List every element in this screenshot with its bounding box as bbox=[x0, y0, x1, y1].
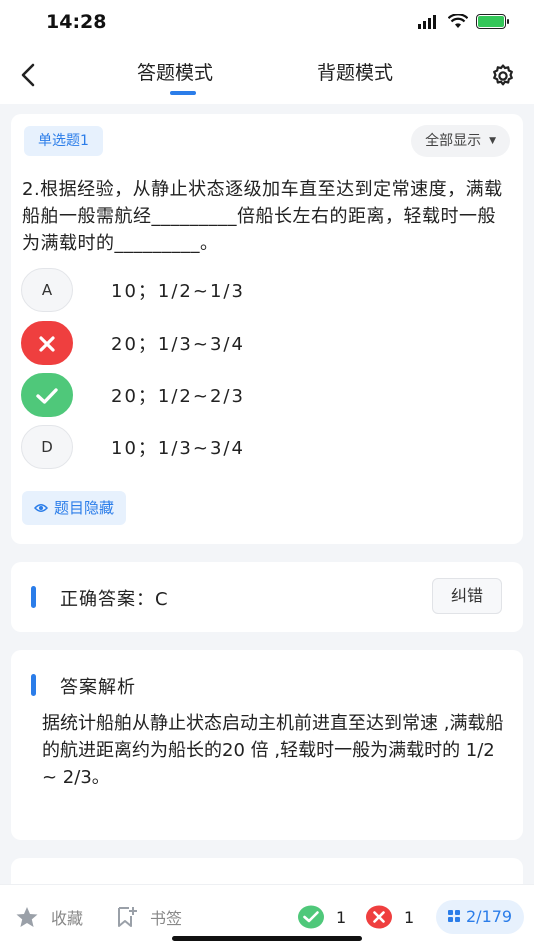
right-count[interactable]: 1 bbox=[298, 905, 346, 929]
active-tab-indicator bbox=[170, 91, 196, 95]
star-icon bbox=[16, 907, 38, 927]
option-key: D bbox=[21, 425, 73, 469]
option-text: 10；1/2~1/3 bbox=[111, 281, 245, 302]
home-indicator bbox=[172, 936, 362, 941]
correct-answer-text: 正确答案：C bbox=[60, 589, 169, 610]
question-card: 单选题1 全部显示 ▼ 2.根据经验，从静止状态逐级加车直至达到定常速度，满载船舶… bbox=[11, 114, 523, 544]
grid-icon bbox=[448, 910, 460, 922]
option-text: 20；1/3~3/4 bbox=[111, 334, 245, 355]
back-icon[interactable] bbox=[16, 62, 42, 88]
correct-answer-card: 正确答案：C 纠错 bbox=[11, 562, 523, 632]
section-bar bbox=[31, 586, 36, 608]
caret-down-icon: ▼ bbox=[489, 136, 496, 146]
top-nav: 答题模式 背题模式 bbox=[0, 46, 534, 104]
status-bar: 14:28 bbox=[0, 0, 534, 46]
option-text: 20；1/2~2/3 bbox=[111, 386, 245, 407]
question-progress-button[interactable]: 2/179 bbox=[436, 900, 525, 934]
battery-icon bbox=[476, 14, 509, 29]
wrong-mark-icon bbox=[21, 321, 73, 365]
favorite-label: 收藏 bbox=[51, 909, 84, 928]
gear-icon[interactable] bbox=[490, 63, 516, 89]
bookmark-label: 书签 bbox=[150, 909, 183, 928]
bookmark-icon bbox=[118, 907, 137, 927]
question-type-badge: 单选题1 bbox=[24, 126, 103, 156]
analysis-card: 答案解析 据统计船舶从静止状态启动主机前进直至达到常速 ,满载船的航进距离约为船… bbox=[11, 650, 523, 840]
hide-question-button[interactable]: 题目隐藏 bbox=[22, 491, 127, 525]
option-b[interactable]: 20；1/3~3/4 bbox=[21, 321, 511, 365]
tab-answer-mode[interactable]: 答题模式 bbox=[137, 58, 213, 85]
right-count-value: 1 bbox=[336, 907, 347, 927]
status-icons bbox=[418, 14, 509, 29]
favorite-button[interactable]: 收藏 bbox=[15, 905, 83, 929]
bookmark-button[interactable]: 书签 bbox=[116, 905, 182, 929]
display-filter-label: 全部显示 bbox=[425, 133, 482, 149]
wifi-icon bbox=[448, 14, 468, 28]
eye-icon bbox=[34, 504, 48, 512]
wrong-count[interactable]: 1 bbox=[366, 905, 414, 929]
check-circle-icon bbox=[298, 905, 324, 929]
option-key: A bbox=[21, 268, 73, 312]
status-time: 14:28 bbox=[46, 11, 107, 33]
report-error-button[interactable]: 纠错 bbox=[432, 578, 502, 614]
progress-text: 2/179 bbox=[466, 907, 513, 926]
hide-question-label: 题目隐藏 bbox=[54, 499, 115, 517]
section-bar bbox=[31, 674, 36, 696]
option-text: 10；1/3~3/4 bbox=[111, 438, 245, 459]
x-circle-icon bbox=[366, 905, 392, 929]
analysis-title: 答案解析 bbox=[60, 677, 136, 698]
option-c[interactable]: 20；1/2~2/3 bbox=[21, 373, 511, 417]
option-d[interactable]: D 10；1/3~3/4 bbox=[21, 425, 511, 469]
signal-icon bbox=[418, 14, 436, 29]
display-filter-dropdown[interactable]: 全部显示 ▼ bbox=[411, 125, 510, 157]
tab-recite-mode[interactable]: 背题模式 bbox=[317, 58, 393, 85]
check-mark-icon bbox=[21, 373, 73, 417]
question-text: 2.根据经验，从静止状态逐级加车直至达到定常速度，满载船舶一般需航经______… bbox=[22, 179, 503, 254]
analysis-text: 据统计船舶从静止状态启动主机前进直至达到常速 ,满载船的航进距离约为船长的20 … bbox=[42, 713, 504, 788]
wrong-count-value: 1 bbox=[404, 907, 415, 927]
option-a[interactable]: A 10；1/2~1/3 bbox=[21, 268, 511, 312]
